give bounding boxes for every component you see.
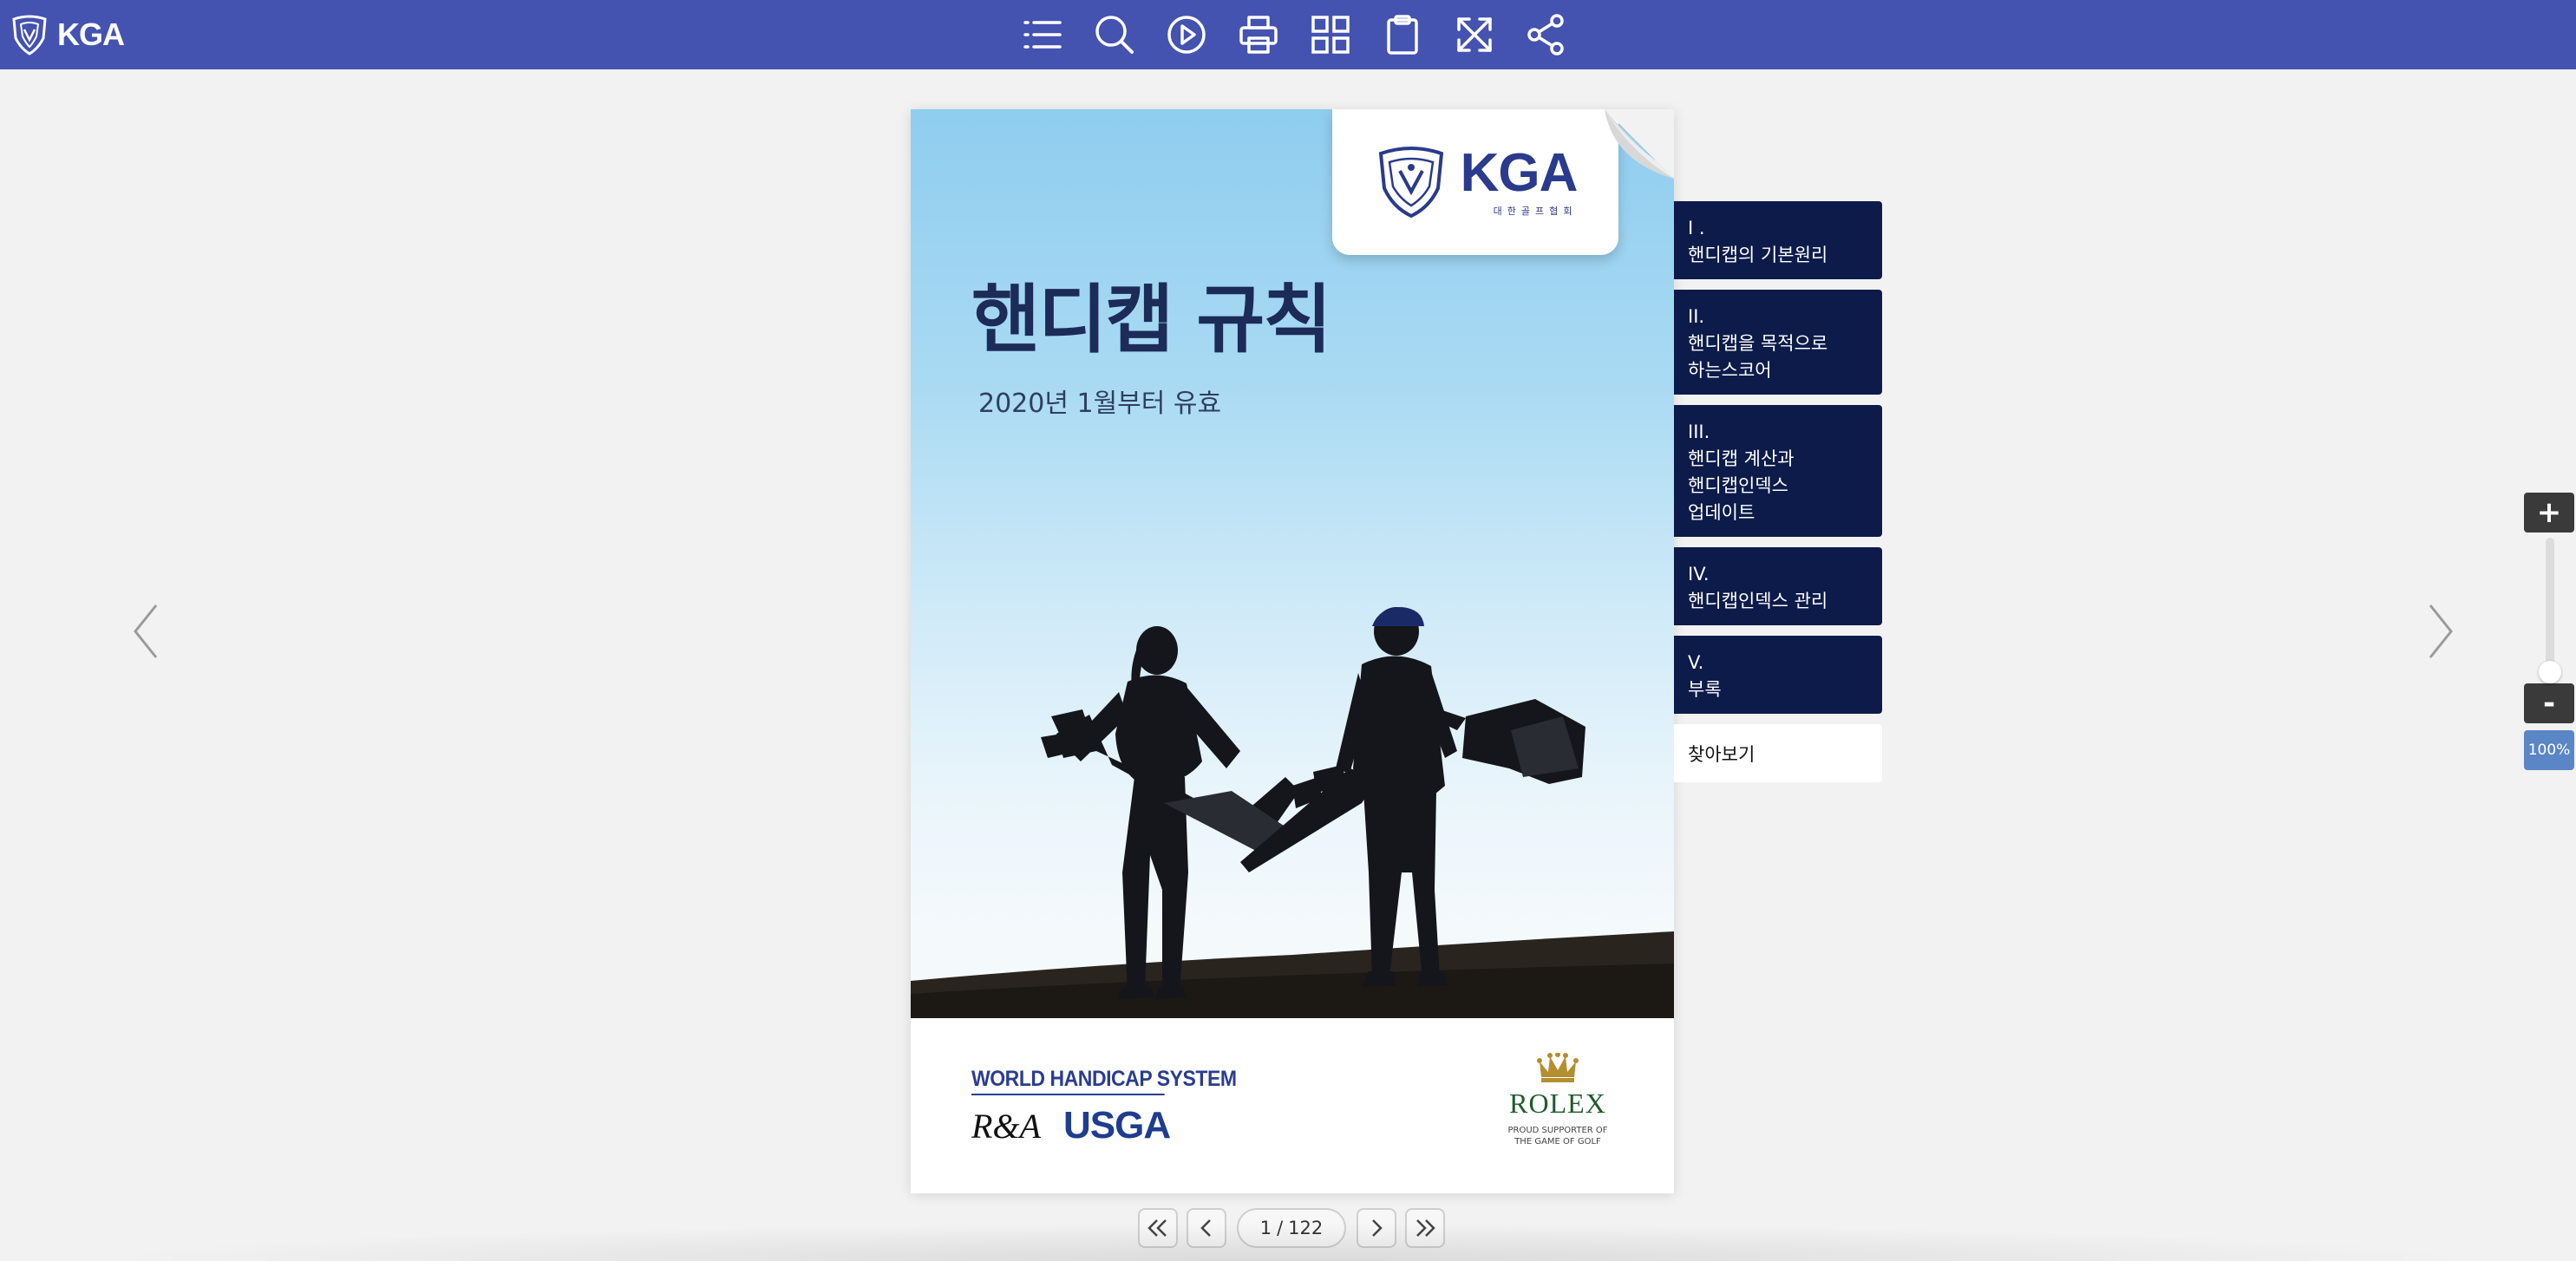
toc-tab-number: V. (1688, 652, 1704, 673)
usga-ga: GA (1115, 1104, 1171, 1147)
toolbar-icons (1015, 7, 1574, 62)
toc-list-button[interactable] (1015, 7, 1070, 62)
thumbnails-button[interactable] (1303, 7, 1358, 62)
zoom-slider-rail (2546, 538, 2554, 675)
cover-title: 핸디캡 규칙 (971, 277, 1332, 363)
toc-tab-number: I . (1688, 218, 1705, 238)
autoplay-button[interactable] (1159, 7, 1214, 62)
kga-logo-card: KGA 대한골프협회 (1332, 109, 1618, 255)
toc-tab-4[interactable]: IV. 핸디캡인덱스 관리 (1674, 547, 1882, 625)
toc-tab-label: 핸디캡인덱스 관리 (1688, 591, 1828, 611)
clipboard-button[interactable] (1375, 7, 1430, 62)
rolex-name: ROLEX (1509, 1088, 1606, 1119)
first-page-button[interactable] (1138, 1208, 1178, 1248)
kga-logo-subtitle: 대한골프협회 (1493, 206, 1578, 217)
share-icon (1527, 14, 1564, 56)
whs-logo: WORLD HANDICAP SYSTEM R&A USGA (971, 1067, 1237, 1147)
toc-tab-label: 핸디캡을 목적으로 하는스코어 (1688, 333, 1828, 381)
chevron-right-icon (1372, 1219, 1383, 1237)
zoom-slider[interactable] (2524, 532, 2574, 683)
page-separator: / (1277, 1218, 1284, 1238)
prev-page-button[interactable] (1187, 1208, 1226, 1248)
zoom-slider-handle[interactable] (2539, 661, 2561, 683)
toc-tab-2[interactable]: II. 핸디캡을 목적으로 하는스코어 (1674, 290, 1882, 395)
zoom-level: 100% (2524, 730, 2574, 770)
toc-tab-1[interactable]: I . 핸디캡의 기본원리 (1674, 201, 1882, 279)
book-page[interactable]: KGA 대한골프협회 핸디캡 규칙 2020년 1월부터 유효 WORLD HA… (911, 109, 1674, 1193)
zoom-out-button[interactable]: - (2524, 683, 2574, 723)
expand-icon (1457, 17, 1492, 52)
kga-logo-text: KGA 대한골프협회 (1460, 143, 1579, 218)
usga-logo: USGA (1062, 1104, 1171, 1147)
last-page-button[interactable] (1405, 1208, 1445, 1248)
zoom-control: + - 100% (2524, 493, 2574, 770)
list-icon (1023, 21, 1062, 49)
current-page: 1 (1259, 1218, 1272, 1238)
kga-logo-name: KGA (1460, 143, 1579, 203)
toc-tab-5[interactable]: V. 부록 (1674, 636, 1882, 714)
search-icon (1095, 16, 1134, 54)
play-icon (1167, 16, 1206, 54)
rolex-tagline-1: PROUD SUPPORTER OF (1507, 1126, 1608, 1135)
printer-icon (1239, 16, 1278, 54)
chevron-right-icon (2429, 604, 2453, 658)
print-button[interactable] (1231, 7, 1286, 62)
rolex-logo: ROLEX PROUD SUPPORTER OF THE GAME OF GOL… (1500, 1052, 1615, 1147)
toc-tab-label: 찾아보기 (1688, 744, 1755, 765)
toc-tab-index[interactable]: 찾아보기 (1674, 724, 1882, 782)
double-chevron-right-icon (1416, 1219, 1435, 1237)
whs-title: WORLD HANDICAP SYSTEM (971, 1067, 1237, 1095)
prev-page-arrow[interactable] (120, 598, 172, 664)
next-page-arrow[interactable] (2415, 598, 2467, 664)
next-page-button[interactable] (1357, 1208, 1396, 1248)
search-button[interactable] (1087, 7, 1142, 62)
toc-tab-label: 부록 (1688, 679, 1722, 700)
grid-icon (1311, 16, 1350, 54)
crown-icon (1537, 1052, 1579, 1082)
kga-emblem-icon (1378, 147, 1443, 219)
top-toolbar: KGA (0, 0, 2576, 69)
kga-shield-icon (12, 15, 47, 56)
toc-tab-number: III. (1688, 421, 1710, 442)
brand-name: KGA (57, 16, 125, 52)
clipboard-icon (1387, 15, 1418, 55)
toc-tab-3[interactable]: III. 핸디캡 계산과 핸디캡인덱스 업데이트 (1674, 405, 1882, 537)
toc-tabs: I . 핸디캡의 기본원리 II. 핸디캡을 목적으로 하는스코어 III. 핸… (1674, 201, 1882, 793)
page-number-field[interactable]: 1 / 122 (1237, 1208, 1346, 1248)
rolex-tagline-2: THE GAME OF GOLF (1514, 1137, 1601, 1147)
toc-tab-label: 핸디캡의 기본원리 (1688, 245, 1828, 265)
pager: 1 / 122 (1138, 1207, 1445, 1249)
usga-us: US (1062, 1104, 1115, 1147)
page-curl-corner[interactable] (1605, 109, 1674, 179)
cover-sponsors: WORLD HANDICAP SYSTEM R&A USGA ROLEX PRO… (911, 1018, 1674, 1193)
chevron-left-icon (134, 604, 158, 658)
toc-tab-label: 핸디캡 계산과 핸디캡인덱스 업데이트 (1688, 448, 1795, 523)
rolex-tagline: PROUD SUPPORTER OF THE GAME OF GOLF (1500, 1125, 1615, 1147)
brand-logo[interactable]: KGA (9, 12, 125, 57)
chevron-left-icon (1200, 1219, 1211, 1237)
cover-photo: KGA 대한골프협회 핸디캡 규칙 2020년 1월부터 유효 (911, 109, 1674, 1018)
toc-tab-number: II. (1688, 306, 1705, 327)
toc-tab-number: IV. (1688, 564, 1710, 585)
cover-subtitle: 2020년 1월부터 유효 (978, 389, 1222, 419)
fullscreen-button[interactable] (1447, 7, 1502, 62)
double-chevron-left-icon (1147, 1219, 1167, 1237)
share-button[interactable] (1519, 7, 1574, 62)
total-pages: 122 (1288, 1218, 1324, 1238)
zoom-in-button[interactable]: + (2524, 493, 2574, 532)
ra-logo: R&A (971, 1106, 1041, 1146)
whs-partners: R&A USGA (971, 1104, 1181, 1147)
